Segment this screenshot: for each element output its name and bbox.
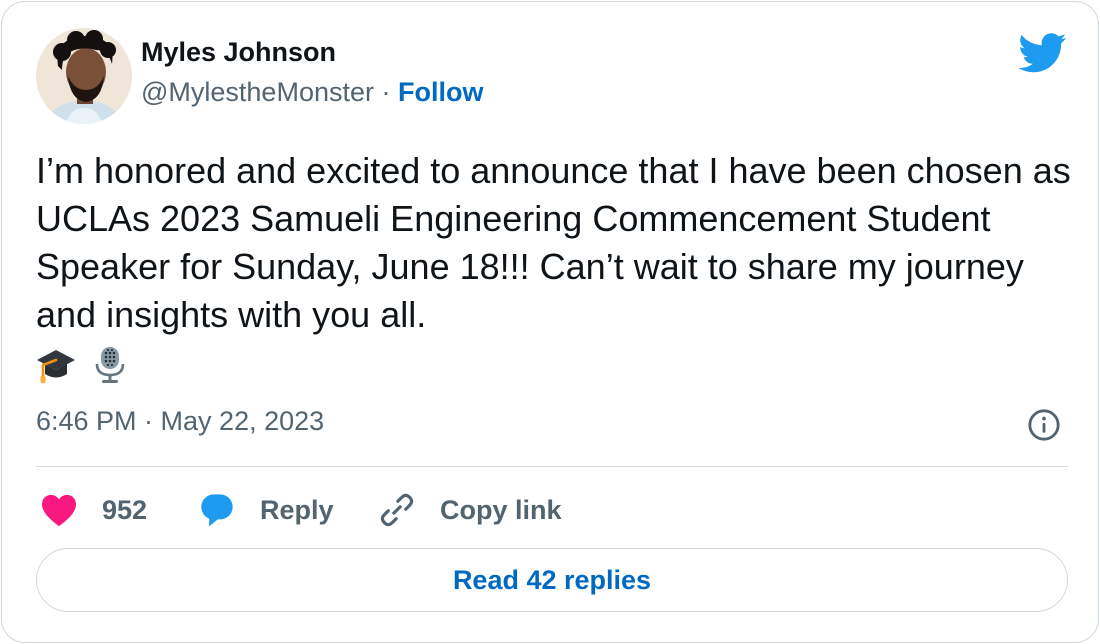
microphone-icon — [95, 347, 125, 383]
reply-button[interactable]: Reply — [198, 490, 334, 530]
heart-icon — [42, 494, 76, 527]
reply-label: Reply — [260, 494, 334, 525]
read-replies-button[interactable]: Read 42 replies — [36, 548, 1068, 612]
likes-count: 952 — [102, 494, 148, 525]
follow-button[interactable]: Follow — [398, 77, 483, 107]
tweet-body: I’m honored and excited to announce that… — [36, 147, 1076, 387]
author-handle[interactable]: @MylestheMonster — [141, 77, 374, 107]
copy-link-label: Copy link — [440, 494, 562, 525]
copy-link-button[interactable]: Copy link — [378, 490, 562, 530]
graduation-cap-icon — [37, 350, 75, 383]
like-button[interactable]: 952 — [40, 490, 147, 530]
avatar[interactable] — [36, 28, 132, 124]
tweet-timestamp[interactable]: 6:46 PM · May 22, 2023 — [36, 406, 324, 437]
reply-bubble-icon — [201, 494, 233, 527]
link-icon — [380, 493, 414, 527]
author-handle-row: @MylestheMonster · Follow — [141, 77, 484, 108]
info-icon[interactable] — [1027, 408, 1061, 442]
tweet-text: I’m honored and excited to announce that… — [36, 150, 1071, 335]
divider — [36, 466, 1068, 467]
author-name[interactable]: Myles Johnson — [141, 37, 336, 68]
twitter-bird-icon[interactable] — [1019, 33, 1067, 73]
avatar-image — [36, 28, 132, 124]
tweet-emojis — [36, 343, 1076, 387]
tweet-card: Myles Johnson @MylestheMonster · Follow … — [1, 1, 1099, 643]
separator-dot: · — [381, 77, 391, 107]
